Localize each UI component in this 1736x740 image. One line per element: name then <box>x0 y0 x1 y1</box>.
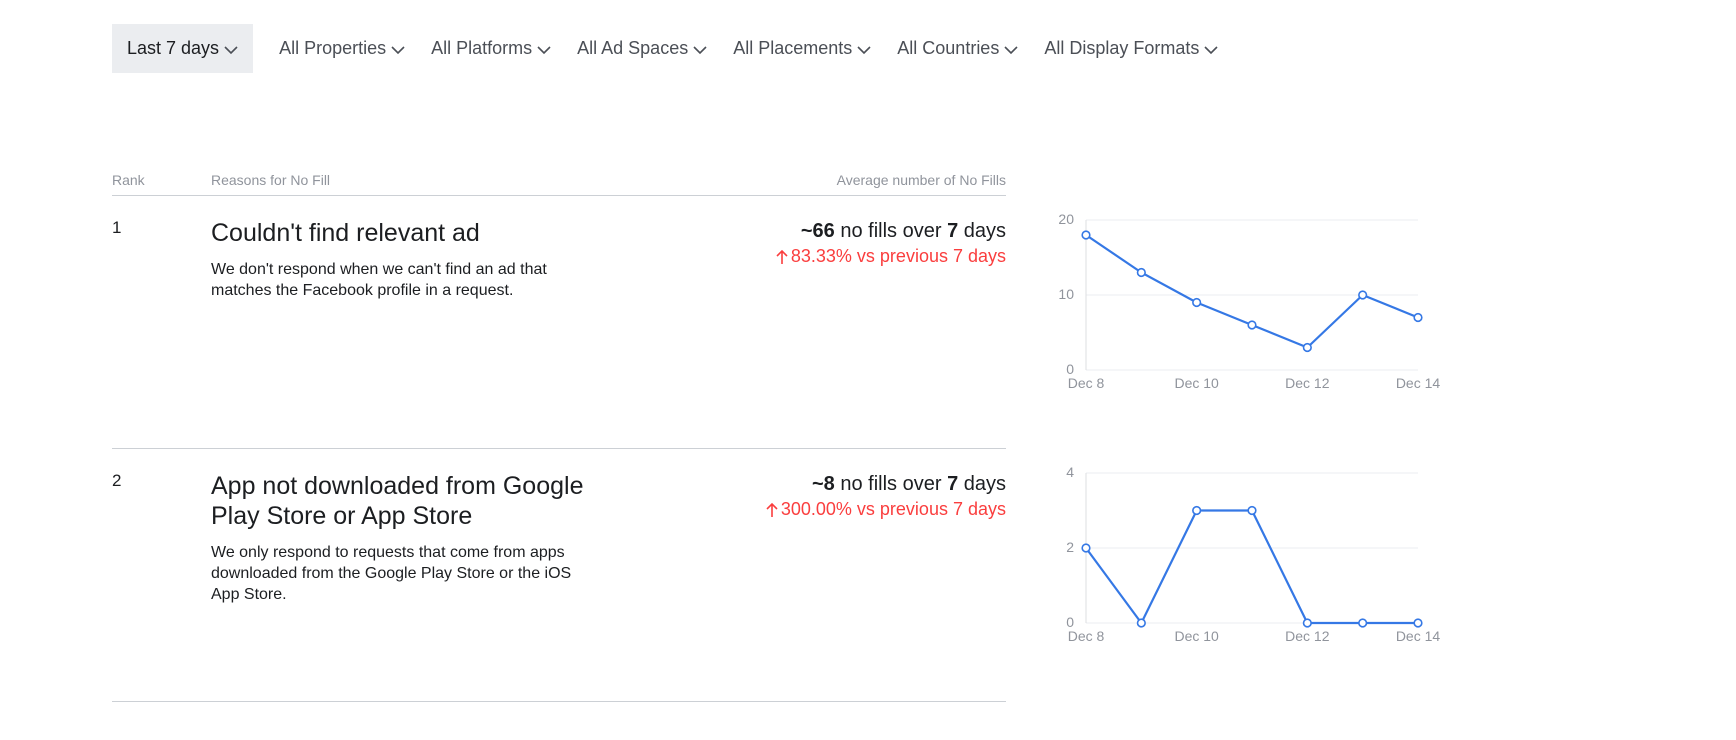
countries-filter[interactable]: All Countries <box>897 24 1018 73</box>
data-point <box>1247 505 1257 516</box>
no-fill-count: ~8 no fills over 7 days <box>812 471 1006 497</box>
change-indicator: 300.00% vs previous 7 days <box>766 499 1006 520</box>
data-point <box>1413 618 1423 628</box>
reason-title: App not downloaded from Google Play Stor… <box>211 472 584 530</box>
series-line <box>1085 234 1419 349</box>
data-point <box>1413 312 1423 323</box>
no-fill-trend-chart: 024Dec 8 Dec 10 Dec 12 Dec 14 <box>1066 464 1441 644</box>
x-tick-label: Dec 12 <box>1285 375 1330 391</box>
no-fill-count: ~66 no fills over 7 days <box>801 218 1006 244</box>
date-range-filter[interactable]: Last 7 days <box>112 24 254 73</box>
ad-spaces-label: All Ad Spaces <box>577 38 689 58</box>
x-tick-label: Dec 10 <box>1174 375 1219 391</box>
count-mid-text: no fills over <box>834 473 948 495</box>
reason-description: We don't respond when we can't find an a… <box>211 261 547 299</box>
display-formats-filter[interactable]: All Display Formats <box>1044 24 1218 73</box>
x-tick-label: Dec 8 <box>1068 628 1105 644</box>
change-text: 300.00% vs previous 7 days <box>780 499 1006 519</box>
change-text: 83.33% vs previous 7 days <box>790 246 1006 266</box>
count-suffix-text: days <box>958 473 1006 495</box>
data-point <box>1192 297 1202 308</box>
data-point <box>1081 230 1091 240</box>
data-point <box>1302 342 1312 353</box>
platforms-label: All Platforms <box>431 38 533 58</box>
date-range-label: Last 7 days <box>127 38 220 58</box>
chevron-down-icon <box>1004 45 1018 55</box>
y-tick-label: 10 <box>1058 286 1074 302</box>
chevron-down-icon <box>857 45 871 55</box>
data-point <box>1302 618 1312 628</box>
x-tick-label: Dec 8 <box>1068 375 1105 391</box>
count-mid-text: no fills over <box>834 220 948 242</box>
average-column-header: Average number of No Fills <box>836 172 1006 188</box>
filter-bar: Last 7 days All Properties All Platforms… <box>112 24 1244 73</box>
chevron-down-icon <box>391 45 405 55</box>
table-row: 2 App not downloaded from Google Play St… <box>112 449 1006 702</box>
chevron-down-icon <box>224 45 238 55</box>
data-point <box>1136 267 1146 278</box>
no-fill-trend-chart: 01020Dec 8 Dec 10 Dec 12 Dec 14 <box>1058 211 1441 391</box>
y-tick-label: 20 <box>1058 211 1074 227</box>
chevron-down-icon <box>1204 45 1218 55</box>
countries-label: All Countries <box>897 38 1000 58</box>
data-point <box>1081 543 1091 553</box>
rank-column-header: Rank <box>112 172 145 188</box>
ad-spaces-filter[interactable]: All Ad Spaces <box>577 24 707 73</box>
properties-filter[interactable]: All Properties <box>279 24 405 73</box>
table-row: 1 Couldn't find relevant ad We don't res… <box>112 196 1006 449</box>
placements-label: All Placements <box>733 38 853 58</box>
display-formats-label: All Display Formats <box>1044 38 1200 58</box>
series-line <box>1085 509 1418 625</box>
chevron-down-icon <box>693 45 707 55</box>
y-tick-label: 4 <box>1066 464 1074 480</box>
arrow-up-icon <box>766 502 778 518</box>
y-tick-label: 2 <box>1066 539 1074 555</box>
table-header: Rank Reasons for No Fill Average number … <box>112 172 1006 196</box>
days-value: 7 <box>947 473 959 495</box>
arrow-up-icon <box>776 249 788 265</box>
data-point <box>1136 618 1146 628</box>
reason-column-header: Reasons for No Fill <box>211 172 331 188</box>
x-tick-label: Dec 14 <box>1396 628 1441 644</box>
data-point <box>1358 290 1368 300</box>
data-point <box>1358 618 1368 628</box>
placements-filter[interactable]: All Placements <box>733 24 871 73</box>
data-point <box>1247 320 1257 330</box>
rank-value: 2 <box>112 471 122 490</box>
x-tick-label: Dec 14 <box>1396 375 1441 391</box>
data-point <box>1192 505 1202 516</box>
x-tick-label: Dec 10 <box>1174 628 1219 644</box>
properties-label: All Properties <box>279 38 387 58</box>
days-value: 7 <box>947 220 959 242</box>
rank-value: 1 <box>112 218 122 237</box>
count-value: ~8 <box>811 473 835 495</box>
platforms-filter[interactable]: All Platforms <box>431 24 551 73</box>
x-tick-label: Dec 12 <box>1285 628 1330 644</box>
reason-description: We only respond to requests that come fr… <box>211 544 572 603</box>
chevron-down-icon <box>537 45 551 55</box>
count-value: ~66 <box>800 220 835 242</box>
reason-title: Couldn't find relevant ad <box>211 219 480 247</box>
count-suffix-text: days <box>958 220 1006 242</box>
change-indicator: 83.33% vs previous 7 days <box>776 246 1006 267</box>
